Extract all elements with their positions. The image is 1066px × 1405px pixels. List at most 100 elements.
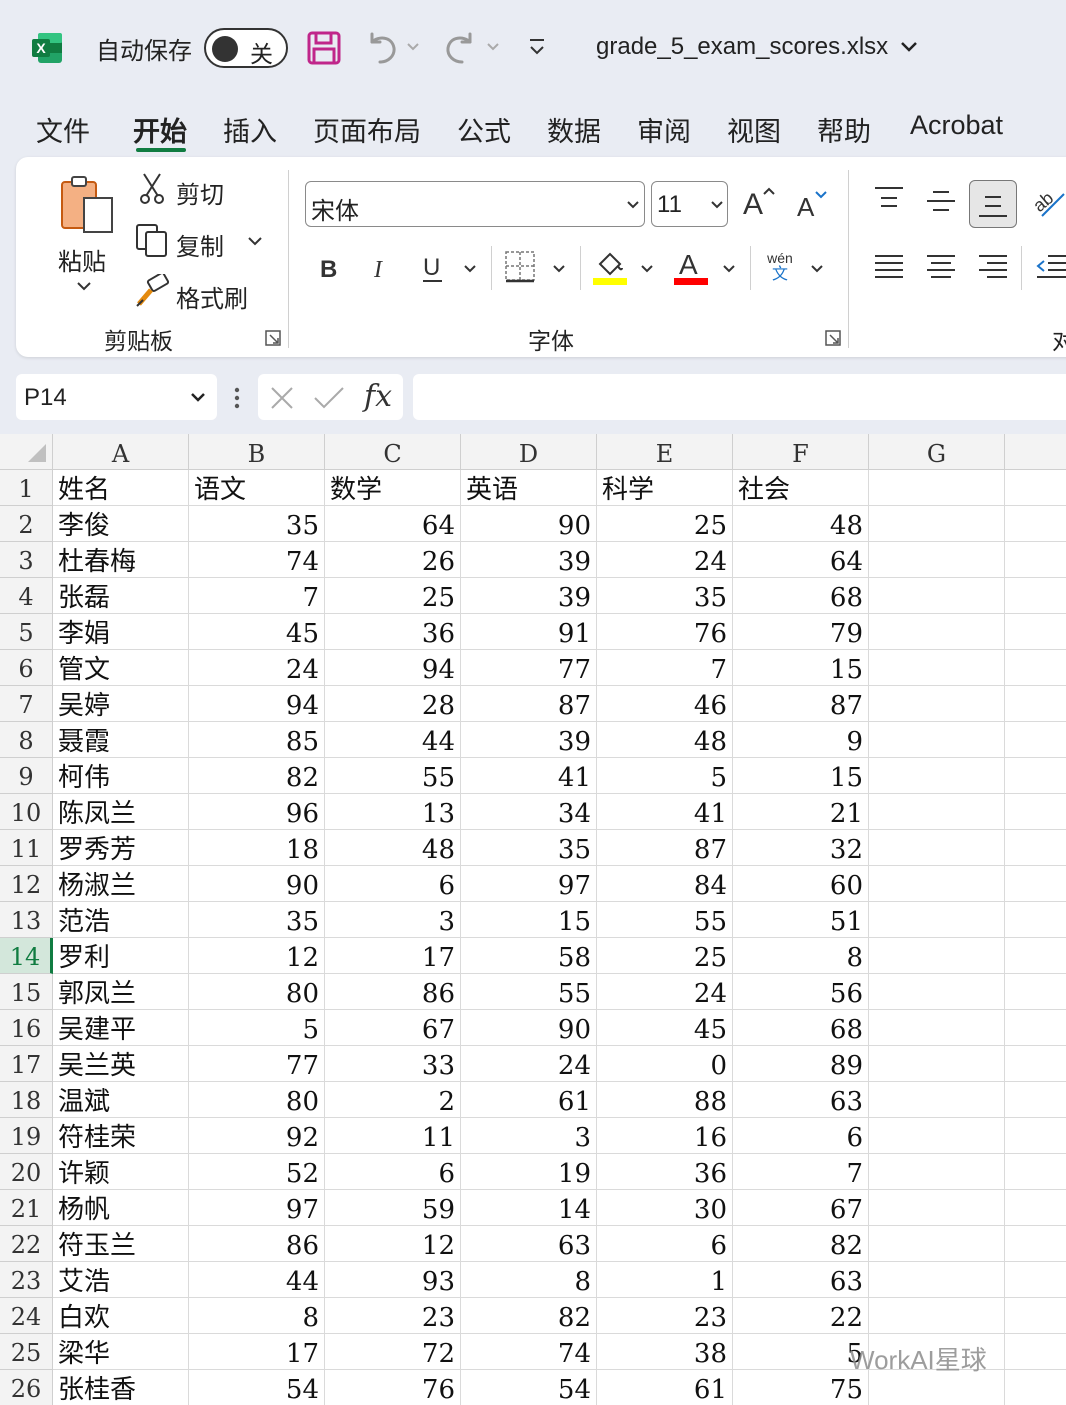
table-cell[interactable]: 68 [733,1010,869,1046]
table-cell[interactable]: 社会 [733,470,869,506]
table-cell[interactable]: 64 [733,542,869,578]
table-cell[interactable]: 7 [733,1154,869,1190]
table-cell[interactable]: 李娟 [53,614,189,650]
copy-button[interactable]: 复制 [176,227,224,262]
table-cell[interactable]: 84 [597,866,733,902]
chevron-down-icon[interactable] [722,264,736,274]
table-cell[interactable]: 35 [189,902,325,938]
table-cell[interactable] [869,974,1005,1010]
table-cell[interactable]: 79 [733,614,869,650]
table-cell[interactable]: 杨淑兰 [53,866,189,902]
table-cell[interactable]: 35 [597,578,733,614]
table-cell[interactable] [1005,470,1066,506]
table-cell[interactable]: 48 [733,506,869,542]
column-header-d[interactable]: D [461,434,597,470]
table-cell[interactable]: 88 [597,1082,733,1118]
table-cell[interactable]: 63 [461,1226,597,1262]
row-header[interactable]: 6 [0,650,53,686]
table-cell[interactable]: 5 [189,1010,325,1046]
table-cell[interactable]: 45 [597,1010,733,1046]
table-cell[interactable]: 24 [597,542,733,578]
table-cell[interactable]: 吴婷 [53,686,189,722]
autosave-toggle[interactable]: 关 [204,28,288,68]
table-cell[interactable]: 12 [189,938,325,974]
table-cell[interactable]: 17 [325,938,461,974]
table-cell[interactable]: 41 [461,758,597,794]
name-box[interactable]: P14 [16,374,217,420]
table-cell[interactable] [1005,1262,1066,1298]
table-cell[interactable]: 24 [597,974,733,1010]
undo-icon[interactable] [364,30,400,66]
table-cell[interactable]: 63 [733,1082,869,1118]
table-cell[interactable]: 94 [189,686,325,722]
chevron-down-icon[interactable] [900,40,918,54]
table-cell[interactable] [1005,1226,1066,1262]
chevron-down-icon[interactable] [486,40,500,54]
table-cell[interactable]: 67 [733,1190,869,1226]
row-header[interactable]: 25 [0,1334,53,1370]
chevron-down-icon[interactable] [552,264,566,274]
borders-icon[interactable] [504,250,538,284]
table-cell[interactable] [1005,1082,1066,1118]
table-cell[interactable]: 23 [325,1298,461,1334]
table-cell[interactable]: 罗秀芳 [53,830,189,866]
chevron-down-icon[interactable] [810,264,824,274]
align-top-icon[interactable] [874,186,904,212]
table-cell[interactable]: 聂霞 [53,722,189,758]
table-cell[interactable]: 56 [733,974,869,1010]
table-cell[interactable]: 97 [461,866,597,902]
copy-icon[interactable] [135,223,169,257]
table-cell[interactable]: 61 [597,1370,733,1405]
table-cell[interactable]: 87 [733,686,869,722]
table-cell[interactable]: 25 [597,938,733,974]
formula-input[interactable] [413,374,1066,420]
column-header-f[interactable]: F [733,434,869,470]
insert-function-button[interactable]: fx [364,379,392,414]
table-cell[interactable]: 白欢 [53,1298,189,1334]
redo-icon[interactable] [442,30,478,66]
table-cell[interactable]: 93 [325,1262,461,1298]
table-cell[interactable]: 86 [325,974,461,1010]
table-cell[interactable] [869,1046,1005,1082]
worksheet-grid[interactable]: A B C D E F G 1 姓名 语文 数学 英语 科学 社会 2 李俊 35 64 90 25 48 3 杜春梅 74 2… [0,434,1066,1405]
tab-file[interactable]: 文件 [36,110,90,149]
table-cell[interactable]: 吴建平 [53,1010,189,1046]
row-header[interactable]: 18 [0,1082,53,1118]
row-header[interactable]: 1 [0,470,53,506]
table-cell[interactable] [869,650,1005,686]
table-cell[interactable] [1005,866,1066,902]
table-cell[interactable]: 35 [189,506,325,542]
table-cell[interactable] [869,722,1005,758]
row-header[interactable]: 16 [0,1010,53,1046]
table-cell[interactable]: 7 [597,650,733,686]
align-center-icon[interactable] [926,253,956,281]
row-header[interactable]: 8 [0,722,53,758]
table-cell[interactable]: 82 [189,758,325,794]
table-cell[interactable]: 9 [733,722,869,758]
table-cell[interactable]: 91 [461,614,597,650]
save-icon[interactable] [306,30,342,66]
format-painter-icon[interactable] [135,274,171,308]
table-cell[interactable]: 85 [189,722,325,758]
table-cell[interactable]: 郭凤兰 [53,974,189,1010]
table-cell[interactable]: 77 [189,1046,325,1082]
table-cell[interactable]: 范浩 [53,902,189,938]
table-cell[interactable]: 3 [325,902,461,938]
table-cell[interactable] [1005,1190,1066,1226]
table-cell[interactable] [869,830,1005,866]
table-cell[interactable]: 21 [733,794,869,830]
align-left-icon[interactable] [874,253,904,281]
table-cell[interactable] [1005,650,1066,686]
table-cell[interactable]: 39 [461,542,597,578]
table-cell[interactable]: 41 [597,794,733,830]
table-cell[interactable]: 35 [461,830,597,866]
align-bottom-button[interactable] [969,180,1017,228]
table-cell[interactable]: 5 [733,1334,869,1370]
italic-icon[interactable]: I [370,254,394,282]
table-cell[interactable]: 科学 [597,470,733,506]
table-cell[interactable] [1005,794,1066,830]
table-cell[interactable]: 34 [461,794,597,830]
table-cell[interactable]: 90 [461,506,597,542]
table-cell[interactable]: 罗利 [53,938,189,974]
table-cell[interactable]: 25 [597,506,733,542]
